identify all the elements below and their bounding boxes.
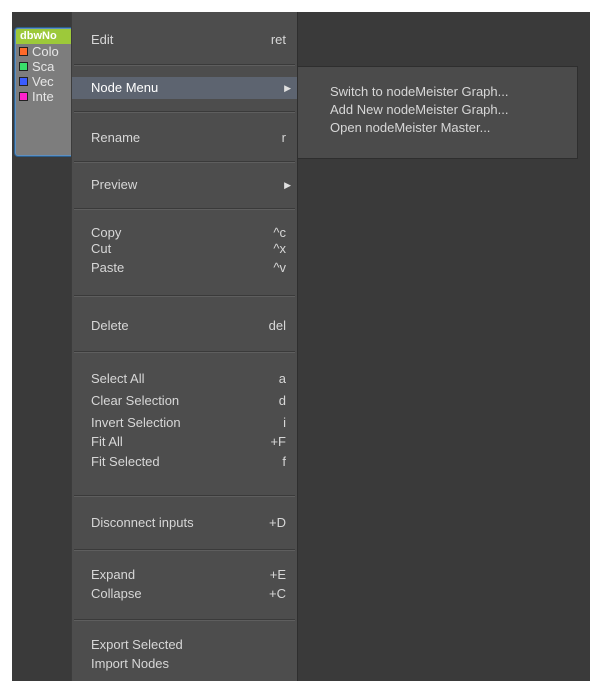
menu-item-label: Collapse — [91, 586, 142, 601]
menu-separator — [74, 161, 295, 163]
menu-item-rename[interactable]: Rename r — [72, 127, 297, 149]
menu-separator — [74, 295, 295, 297]
submenu-arrow-icon: ▶ — [284, 180, 291, 190]
menu-item-fit-all[interactable]: Fit All +F — [72, 431, 297, 453]
port-label: Vec — [32, 74, 54, 89]
menu-item-label: Clear Selection — [91, 393, 180, 408]
submenu-item-add-graph[interactable]: Add New nodeMeister Graph... — [298, 101, 577, 119]
port-label: Sca — [32, 59, 55, 74]
menu-item-shortcut: ret — [270, 32, 286, 47]
menu-item-shortcut: r — [281, 130, 286, 145]
menu-item-shortcut: +F — [270, 434, 286, 449]
menu-item-delete[interactable]: Delete del — [72, 315, 297, 337]
menu-separator — [74, 111, 295, 113]
menu-item-fit-selected[interactable]: Fit Selected f — [72, 451, 297, 473]
menu-item-paste[interactable]: Paste ^v — [72, 257, 297, 279]
menu-separator — [74, 351, 295, 353]
menu-item-label: Edit — [91, 32, 114, 47]
menu-item-label: Node Menu — [91, 80, 159, 95]
menu-separator — [74, 619, 295, 621]
menu-item-label: Fit All — [91, 434, 123, 449]
menu-separator — [74, 208, 295, 210]
submenu-arrow-icon: ▶ — [284, 83, 291, 93]
menu-item-label: Import Nodes — [91, 656, 170, 671]
menu-separator — [74, 64, 295, 66]
menu-item-disconnect-inputs[interactable]: Disconnect inputs +D — [72, 512, 297, 534]
menu-item-shortcut: f — [282, 454, 286, 469]
menu-separator — [74, 549, 295, 551]
context-menu: Edit ret Node Menu ▶ Rename r Preview ▶ … — [71, 12, 298, 681]
menu-item-select-all[interactable]: Select All a — [72, 368, 297, 390]
menu-item-node-menu[interactable]: Node Menu ▶ — [72, 77, 297, 99]
menu-item-label: Delete — [91, 318, 129, 333]
menu-item-label: Rename — [91, 130, 141, 145]
port-label: Colo — [32, 44, 59, 59]
menu-item-clear-selection[interactable]: Clear Selection d — [72, 390, 297, 412]
menu-item-label: Paste — [91, 260, 125, 275]
node-submenu: Switch to nodeMeister Graph... Add New n… — [297, 66, 578, 159]
menu-item-shortcut: del — [268, 318, 286, 333]
port-label: Inte — [32, 89, 54, 104]
submenu-item-switch-graph[interactable]: Switch to nodeMeister Graph... — [298, 83, 577, 101]
menu-item-shortcut: d — [278, 393, 286, 408]
menu-separator — [74, 495, 295, 497]
menu-item-collapse[interactable]: Collapse +C — [72, 583, 297, 605]
port-dot-icon — [19, 92, 28, 101]
menu-item-shortcut: a — [278, 371, 286, 386]
menu-item-preview[interactable]: Preview ▶ — [72, 174, 297, 196]
menu-item-label: Preview — [91, 177, 138, 192]
menu-item-shortcut: +C — [269, 586, 286, 601]
menu-item-label: Select All — [91, 371, 145, 386]
submenu-item-open-master[interactable]: Open nodeMeister Master... — [298, 119, 577, 137]
menu-item-label: Fit Selected — [91, 454, 160, 469]
menu-item-import-nodes[interactable]: Import Nodes — [72, 653, 297, 675]
port-dot-icon — [19, 77, 28, 86]
menu-item-edit[interactable]: Edit ret — [72, 29, 297, 51]
port-dot-icon — [19, 62, 28, 71]
menu-item-shortcut: ^v — [273, 260, 286, 275]
menu-item-label: Disconnect inputs — [91, 515, 194, 530]
port-dot-icon — [19, 47, 28, 56]
menu-item-shortcut: +D — [269, 515, 286, 530]
